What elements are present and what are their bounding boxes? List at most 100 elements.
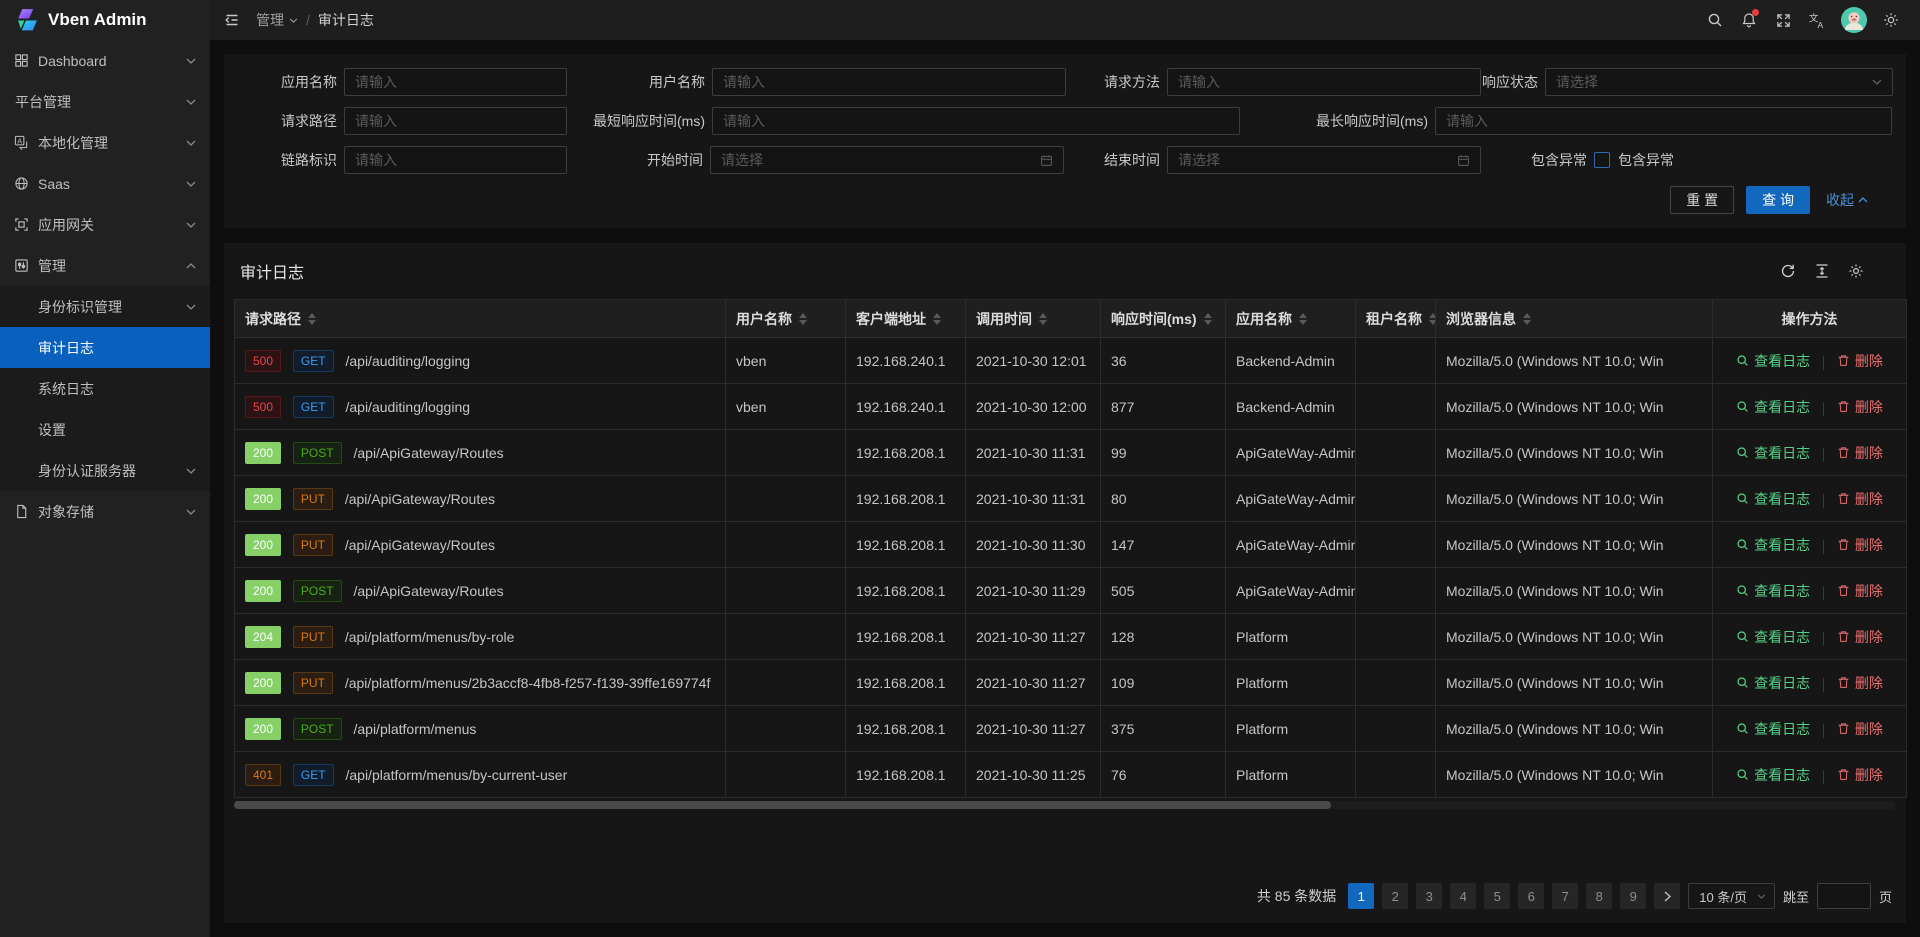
delete-button[interactable]: 删除 [1837, 581, 1883, 601]
search-button[interactable]: 查 询 [1746, 186, 1810, 214]
search-icon[interactable] [1698, 0, 1732, 40]
sort-icon[interactable] [1039, 313, 1047, 325]
column-settings-gear-icon[interactable] [1848, 263, 1864, 279]
page-button[interactable]: 1 [1348, 883, 1374, 909]
user-name-input[interactable] [723, 74, 1055, 90]
next-page-button[interactable] [1654, 883, 1680, 909]
sort-icon[interactable] [1204, 313, 1212, 325]
user-name-cell [726, 568, 846, 614]
trash-icon [1837, 676, 1850, 689]
http-method-badge: PUT [293, 534, 333, 556]
page-button[interactable]: 6 [1518, 883, 1544, 909]
tenant-name-cell [1356, 568, 1436, 614]
notification-bell-icon[interactable] [1732, 0, 1766, 40]
page-button[interactable]: 9 [1620, 883, 1646, 909]
sidebar-item-object-storage[interactable]: 对象存储 [0, 491, 210, 532]
delete-button[interactable]: 删除 [1837, 535, 1883, 555]
sidebar-item-saas[interactable]: Saas [0, 163, 210, 204]
refresh-icon[interactable] [1780, 263, 1796, 279]
actions-cell: 查看日志 删除 [1713, 660, 1907, 706]
breadcrumb-root[interactable]: 管理 [256, 10, 298, 30]
view-log-button[interactable]: 查看日志 [1736, 351, 1810, 371]
page-button[interactable]: 3 [1416, 883, 1442, 909]
app-name-cell: ApiGateWay-Admin [1226, 430, 1356, 476]
page-size-select[interactable]: 10 条/页 [1688, 883, 1775, 909]
view-log-button[interactable]: 查看日志 [1736, 581, 1810, 601]
page-button[interactable]: 2 [1382, 883, 1408, 909]
delete-button[interactable]: 删除 [1837, 765, 1883, 785]
logo[interactable]: Vben Admin [0, 0, 210, 40]
user-name-cell [726, 522, 846, 568]
page-button[interactable]: 8 [1586, 883, 1612, 909]
view-log-button[interactable]: 查看日志 [1736, 765, 1810, 785]
request-path-input[interactable] [355, 113, 556, 129]
sort-icon[interactable] [308, 313, 316, 325]
trace-id-input[interactable] [355, 152, 556, 168]
menu-fold-icon[interactable] [224, 12, 240, 28]
client-ip-cell: 192.168.208.1 [846, 752, 966, 798]
view-log-button[interactable]: 查看日志 [1736, 673, 1810, 693]
sidebar-item-system-log[interactable]: 系统日志 [0, 368, 210, 409]
view-log-button[interactable]: 查看日志 [1736, 397, 1810, 417]
translate-icon[interactable]: 文A [1800, 0, 1834, 40]
view-log-button[interactable]: 查看日志 [1736, 443, 1810, 463]
sidebar-item-identity[interactable]: 身份标识管理 [0, 286, 210, 327]
view-log-button[interactable]: 查看日志 [1736, 489, 1810, 509]
start-time-picker[interactable]: 请选择 [710, 146, 1064, 174]
chevron-up-icon [1858, 197, 1868, 203]
column-header-client-ip[interactable]: 客户端地址 [846, 300, 966, 338]
sidebar-item-dashboard[interactable]: Dashboard [0, 40, 210, 81]
delete-button[interactable]: 删除 [1837, 627, 1883, 647]
delete-button[interactable]: 删除 [1837, 397, 1883, 417]
end-time-picker[interactable]: 请选择 [1167, 146, 1481, 174]
view-log-button[interactable]: 查看日志 [1736, 719, 1810, 739]
view-log-button[interactable]: 查看日志 [1736, 627, 1810, 647]
app-name-input[interactable] [355, 74, 556, 90]
request-path-text: /api/ApiGateway/Routes [353, 583, 503, 599]
scrollbar-thumb[interactable] [234, 801, 1331, 809]
max-response-time-input[interactable] [1446, 113, 1881, 129]
collapse-link[interactable]: 收起 [1826, 190, 1868, 210]
delete-button[interactable]: 删除 [1837, 351, 1883, 371]
column-header-request-path[interactable]: 请求路径 [235, 300, 726, 338]
view-log-button[interactable]: 查看日志 [1736, 535, 1810, 555]
column-header-response-time[interactable]: 响应时间(ms) [1101, 300, 1226, 338]
delete-button[interactable]: 删除 [1837, 489, 1883, 509]
include-exception-checkbox[interactable] [1594, 152, 1610, 168]
jump-page-input[interactable] [1817, 883, 1871, 909]
sort-icon[interactable] [1299, 313, 1307, 325]
delete-button[interactable]: 删除 [1837, 673, 1883, 693]
column-header-app-name[interactable]: 应用名称 [1226, 300, 1356, 338]
sidebar-item-settings[interactable]: 设置 [0, 409, 210, 450]
sort-icon[interactable] [799, 313, 807, 325]
column-header-user-name[interactable]: 用户名称 [726, 300, 846, 338]
fullscreen-icon[interactable] [1766, 0, 1800, 40]
sidebar-item-platform[interactable]: 平台管理 [0, 81, 210, 122]
column-header-call-time[interactable]: 调用时间 [966, 300, 1101, 338]
column-header-actions: 操作方法 [1713, 300, 1907, 338]
page-button[interactable]: 7 [1552, 883, 1578, 909]
user-avatar[interactable] [1834, 0, 1874, 40]
sidebar-item-localization[interactable]: A 本地化管理 [0, 122, 210, 163]
min-response-time-input[interactable] [723, 113, 1229, 129]
sort-icon[interactable] [1429, 313, 1436, 325]
sort-icon[interactable] [1523, 313, 1531, 325]
row-height-icon[interactable] [1814, 263, 1830, 279]
column-header-tenant-name[interactable]: 租户名称 [1356, 300, 1436, 338]
response-status-select[interactable]: 请选择 [1545, 68, 1893, 96]
reset-button[interactable]: 重 置 [1670, 186, 1734, 214]
sidebar-item-audit-log[interactable]: 审计日志 [0, 327, 210, 368]
sidebar-item-auth-server[interactable]: 身份认证服务器 [0, 450, 210, 491]
request-method-input[interactable] [1178, 74, 1470, 90]
delete-button[interactable]: 删除 [1837, 443, 1883, 463]
delete-button[interactable]: 删除 [1837, 719, 1883, 739]
chevron-right-icon [1664, 891, 1671, 902]
sidebar-item-gateway[interactable]: 应用网关 [0, 204, 210, 245]
sort-icon[interactable] [933, 313, 941, 325]
page-button[interactable]: 4 [1450, 883, 1476, 909]
column-header-browser-info[interactable]: 浏览器信息 [1436, 300, 1713, 338]
page-button[interactable]: 5 [1484, 883, 1510, 909]
http-method-badge: POST [293, 442, 342, 464]
sidebar-item-manage[interactable]: 管理 [0, 245, 210, 286]
settings-gear-icon[interactable] [1874, 0, 1908, 40]
